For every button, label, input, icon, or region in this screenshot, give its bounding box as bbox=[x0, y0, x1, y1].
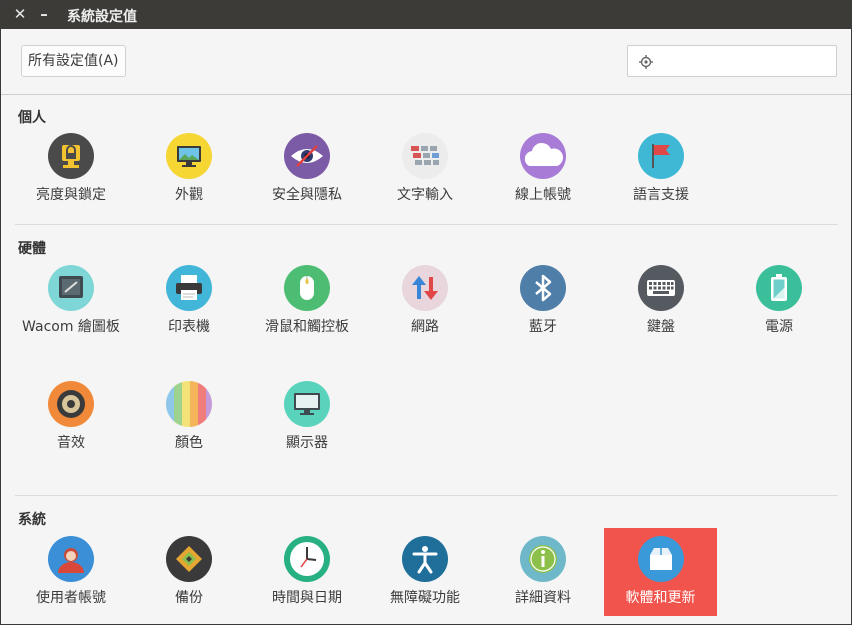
speaker-icon bbox=[48, 381, 94, 427]
item-time-date[interactable]: 時間與日期 bbox=[248, 535, 366, 610]
item-brightness-lock[interactable]: 亮度與鎖定 bbox=[12, 132, 130, 207]
item-label: 外觀 bbox=[175, 187, 203, 203]
cloud-icon bbox=[520, 133, 566, 179]
info-icon bbox=[520, 536, 566, 582]
search-locator-icon bbox=[639, 55, 653, 69]
item-network[interactable]: 網路 bbox=[366, 264, 484, 339]
color-stripes-icon bbox=[166, 381, 212, 427]
item-details[interactable]: 詳細資料 bbox=[484, 535, 602, 610]
software-box-icon bbox=[637, 536, 684, 582]
keyboard-icon bbox=[638, 265, 684, 311]
item-text-input[interactable]: 文字輸入 bbox=[366, 132, 484, 207]
close-icon[interactable]: ✕ bbox=[11, 5, 29, 23]
item-software-updates[interactable]: 軟體和更新 bbox=[604, 528, 717, 616]
item-mouse-touchpad[interactable]: 滑鼠和觸控板 bbox=[248, 264, 366, 339]
item-universal-access[interactable]: 無障礙功能 bbox=[366, 535, 484, 610]
section-title-personal: 個人 bbox=[18, 110, 46, 126]
keyboard-input-icon bbox=[402, 133, 448, 179]
item-sound[interactable]: 音效 bbox=[12, 380, 130, 455]
item-appearance[interactable]: 外觀 bbox=[130, 132, 248, 207]
item-label: 顯示器 bbox=[286, 435, 328, 451]
item-label: 鍵盤 bbox=[647, 319, 675, 335]
item-printers[interactable]: 印表機 bbox=[130, 264, 248, 339]
item-user-accounts[interactable]: 使用者帳號 bbox=[12, 535, 130, 610]
window-title: 系統設定值 bbox=[67, 9, 137, 25]
title-bar: ✕ – 系統設定值 bbox=[1, 1, 851, 29]
item-backups[interactable]: 備份 bbox=[130, 535, 248, 610]
network-arrows-icon bbox=[402, 265, 448, 311]
clock-icon bbox=[284, 536, 330, 582]
search-input[interactable] bbox=[660, 50, 834, 74]
item-label: 文字輸入 bbox=[397, 187, 453, 203]
toolbar: 所有設定值(A) bbox=[1, 29, 851, 95]
flag-icon bbox=[638, 133, 684, 179]
item-wacom-tablet[interactable]: Wacom 繪圖板 bbox=[12, 264, 130, 339]
item-label: 詳細資料 bbox=[515, 590, 571, 606]
item-label: 軟體和更新 bbox=[625, 590, 696, 606]
item-label: 音效 bbox=[57, 435, 85, 451]
appearance-monitor-icon bbox=[166, 133, 212, 179]
all-settings-button[interactable]: 所有設定值(A) bbox=[21, 45, 126, 77]
search-box[interactable] bbox=[627, 45, 837, 77]
item-keyboard[interactable]: 鍵盤 bbox=[602, 264, 720, 339]
item-bluetooth[interactable]: 藍牙 bbox=[484, 264, 602, 339]
item-online-accounts[interactable]: 線上帳號 bbox=[484, 132, 602, 207]
item-label: 備份 bbox=[175, 590, 203, 606]
section-title-system: 系統 bbox=[18, 512, 46, 528]
item-label: 時間與日期 bbox=[272, 590, 342, 606]
accessibility-icon bbox=[402, 536, 448, 582]
lock-icon bbox=[48, 133, 94, 179]
item-label: 滑鼠和觸控板 bbox=[265, 319, 349, 335]
item-label: 使用者帳號 bbox=[36, 590, 106, 606]
item-power[interactable]: 電源 bbox=[720, 264, 838, 339]
tablet-icon bbox=[48, 265, 94, 311]
item-language-support[interactable]: 語言支援 bbox=[602, 132, 720, 207]
user-icon bbox=[48, 536, 94, 582]
item-label: 安全與隱私 bbox=[272, 187, 342, 203]
item-security-privacy[interactable]: 安全與隱私 bbox=[248, 132, 366, 207]
item-label: Wacom 繪圖板 bbox=[22, 319, 120, 335]
display-icon bbox=[284, 381, 330, 427]
settings-window: ✕ – 系統設定值 所有設定值(A) 個人 亮度與鎖定 外觀 安全與隱私 文字輸… bbox=[0, 0, 852, 625]
item-label: 亮度與鎖定 bbox=[36, 187, 106, 203]
item-label: 顏色 bbox=[175, 435, 203, 451]
divider bbox=[15, 224, 838, 225]
item-label: 電源 bbox=[765, 319, 793, 335]
item-color[interactable]: 顏色 bbox=[130, 380, 248, 455]
item-label: 印表機 bbox=[168, 319, 210, 335]
battery-icon bbox=[756, 265, 802, 311]
section-title-hardware: 硬體 bbox=[18, 241, 46, 257]
item-label: 線上帳號 bbox=[515, 187, 571, 203]
item-label: 網路 bbox=[411, 319, 439, 335]
divider bbox=[15, 495, 838, 496]
minimize-icon[interactable]: – bbox=[35, 5, 53, 23]
bluetooth-icon bbox=[520, 265, 566, 311]
item-label: 藍牙 bbox=[529, 319, 557, 335]
backup-icon bbox=[166, 536, 212, 582]
mouse-icon bbox=[284, 265, 330, 311]
privacy-eye-icon bbox=[284, 133, 330, 179]
printer-icon bbox=[166, 265, 212, 311]
item-displays[interactable]: 顯示器 bbox=[248, 380, 366, 455]
item-label: 無障礙功能 bbox=[390, 590, 460, 606]
item-label: 語言支援 bbox=[633, 187, 689, 203]
